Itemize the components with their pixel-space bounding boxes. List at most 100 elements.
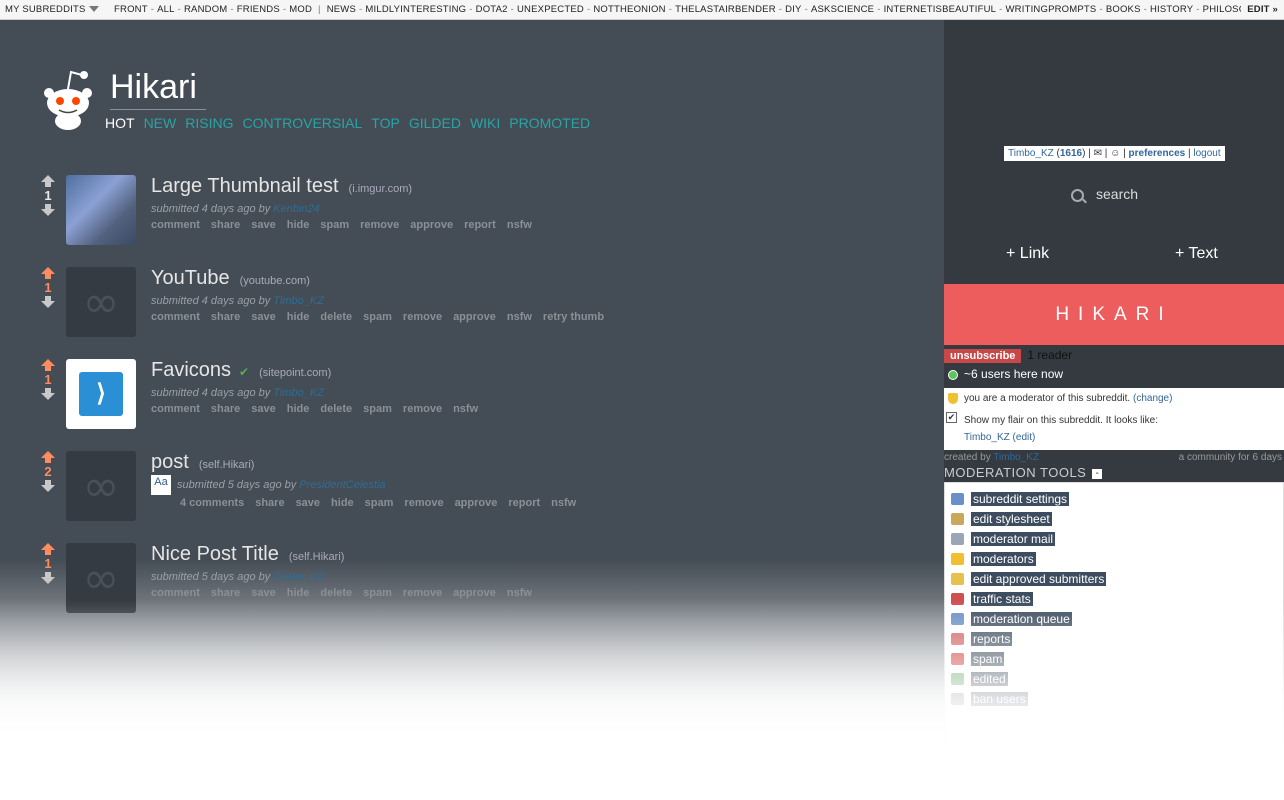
save-button[interactable]: save [251, 587, 275, 599]
tab-wiki[interactable]: WIKI [470, 115, 500, 131]
post-title[interactable]: post [151, 451, 189, 473]
remove-button[interactable]: remove [404, 497, 443, 509]
retry-thumb-button[interactable]: retry thumb [543, 311, 604, 323]
submit-link-button[interactable]: + Link [1006, 245, 1049, 263]
post-author[interactable]: Kenbin24 [273, 203, 320, 215]
hide-button[interactable]: hide [287, 587, 310, 599]
remove-button[interactable]: remove [403, 587, 442, 599]
comment-button[interactable]: comment [151, 587, 200, 599]
comment-button[interactable]: comment [151, 403, 200, 415]
creator-link[interactable]: Timbo_KZ [993, 452, 1039, 463]
srbar-link-books[interactable]: BOOKS [1106, 4, 1141, 15]
post-domain[interactable]: (self.Hikari) [199, 459, 255, 471]
post-thumbnail[interactable]: ⟩ [66, 359, 136, 429]
nsfw-button[interactable]: nsfw [551, 497, 576, 509]
srbar-link-news[interactable]: NEWS [327, 4, 356, 15]
logout-link[interactable]: logout [1193, 148, 1220, 159]
hide-button[interactable]: hide [331, 497, 354, 509]
srbar-link-writingprompts[interactable]: WRITINGPROMPTS [1006, 4, 1097, 15]
hide-button[interactable]: hide [287, 403, 310, 415]
post-domain[interactable]: (self.Hikari) [289, 551, 345, 563]
flair-username[interactable]: Timbo_KZ [964, 432, 1010, 443]
downvote-arrow-icon[interactable] [38, 387, 58, 401]
srbar-link-internetisbeautiful[interactable]: INTERNETISBEAUTIFUL [884, 4, 997, 15]
hide-button[interactable]: hide [287, 311, 310, 323]
post-title[interactable]: Favicons [151, 359, 231, 381]
post-domain[interactable]: (youtube.com) [240, 275, 310, 287]
nsfw-button[interactable]: nsfw [453, 403, 478, 415]
my-subreddits-dropdown[interactable]: MY SUBREDDITS [5, 4, 99, 15]
spam-button[interactable]: spam [365, 497, 394, 509]
approve-button[interactable]: approve [453, 311, 496, 323]
reddit-alien-logo[interactable] [44, 67, 92, 131]
remove-button[interactable]: remove [403, 311, 442, 323]
post-thumbnail[interactable] [66, 175, 136, 245]
comment-button[interactable]: comment [151, 311, 200, 323]
share-button[interactable]: share [211, 219, 240, 231]
post-title[interactable]: YouTube [151, 267, 230, 289]
post-thumbnail[interactable] [66, 451, 136, 521]
approve-button[interactable]: approve [455, 497, 498, 509]
remove-button[interactable]: remove [360, 219, 399, 231]
spam-button[interactable]: spam [363, 403, 392, 415]
upvote-arrow-icon[interactable] [38, 543, 58, 557]
srbar-link-mod[interactable]: MOD [289, 4, 312, 15]
mail-icon[interactable]: ✉ [1094, 148, 1102, 159]
unsubscribe-button[interactable]: unsubscribe [944, 349, 1022, 363]
nsfw-button[interactable]: nsfw [507, 311, 532, 323]
spam-button[interactable]: spam [363, 311, 392, 323]
post-title[interactable]: Nice Post Title [151, 543, 279, 565]
tab-controversial[interactable]: CONTROVERSIAL [242, 115, 362, 131]
srbar-link-thelastairbender[interactable]: THELASTAIRBENDER [675, 4, 776, 15]
tab-top[interactable]: TOP [371, 115, 400, 131]
remove-button[interactable]: remove [403, 403, 442, 415]
mod-tool-subreddit-settings[interactable]: subreddit settings [951, 491, 1070, 507]
upvote-arrow-icon[interactable] [38, 359, 58, 373]
spam-button[interactable]: spam [320, 219, 349, 231]
post-author[interactable]: Timbo_KZ [273, 387, 324, 399]
delete-button[interactable]: delete [320, 587, 352, 599]
hide-button[interactable]: hide [287, 219, 310, 231]
srbar-link-nottheonion[interactable]: NOTTHEONION [593, 4, 665, 15]
flair-aa-icon[interactable]: Aa [151, 475, 171, 495]
approve-button[interactable]: approve [453, 587, 496, 599]
share-button[interactable]: share [211, 403, 240, 415]
share-button[interactable]: share [211, 587, 240, 599]
post-author[interactable]: PresidentCelestia [299, 479, 385, 491]
search-field[interactable]: search [1071, 186, 1138, 202]
downvote-arrow-icon[interactable] [38, 203, 58, 217]
mod-tool-moderator-mail[interactable]: moderator mail [951, 531, 1056, 547]
mod-tool-edit-approved-submitters[interactable]: edit approved submitters [951, 571, 1107, 587]
tab-promoted[interactable]: PROMOTED [509, 115, 590, 131]
post-author[interactable]: Timbo_KZ [273, 295, 324, 307]
srbar-link-mildlyinteresting[interactable]: MILDLYINTERESTING [365, 4, 466, 15]
save-button[interactable]: save [296, 497, 320, 509]
mod-mail-icon[interactable]: ☺ [1110, 148, 1120, 159]
srbar-link-diy[interactable]: DIY [785, 4, 801, 15]
edit-subreddits-link[interactable]: EDIT » [1241, 0, 1284, 19]
srbar-link-all[interactable]: ALL [157, 4, 175, 15]
tab-new[interactable]: NEW [144, 115, 177, 131]
username-link[interactable]: Timbo_KZ [1008, 148, 1054, 159]
submit-text-button[interactable]: + Text [1175, 245, 1218, 263]
tab-hot[interactable]: HOT [105, 115, 135, 131]
srbar-link-front[interactable]: FRONT [114, 4, 148, 15]
post-thumbnail[interactable] [66, 267, 136, 337]
downvote-arrow-icon[interactable] [38, 295, 58, 309]
upvote-arrow-icon[interactable] [38, 175, 58, 189]
spam-button[interactable]: spam [363, 587, 392, 599]
upvote-arrow-icon[interactable] [38, 451, 58, 465]
post-title[interactable]: Large Thumbnail test [151, 175, 339, 197]
change-link[interactable]: (change) [1133, 393, 1172, 404]
mod-tool-moderators[interactable]: moderators [951, 551, 1036, 567]
srbar-link-unexpected[interactable]: UNEXPECTED [517, 4, 584, 15]
mod-tool-edit-stylesheet[interactable]: edit stylesheet [951, 511, 1052, 527]
share-button[interactable]: share [211, 311, 240, 323]
srbar-link-askscience[interactable]: ASKSCIENCE [811, 4, 874, 15]
collapse-button[interactable]: - [1092, 468, 1103, 479]
upvote-arrow-icon[interactable] [38, 267, 58, 281]
tab-rising[interactable]: RISING [185, 115, 233, 131]
4-comments-button[interactable]: 4 comments [180, 497, 244, 509]
save-button[interactable]: save [251, 219, 275, 231]
nsfw-button[interactable]: nsfw [507, 219, 532, 231]
